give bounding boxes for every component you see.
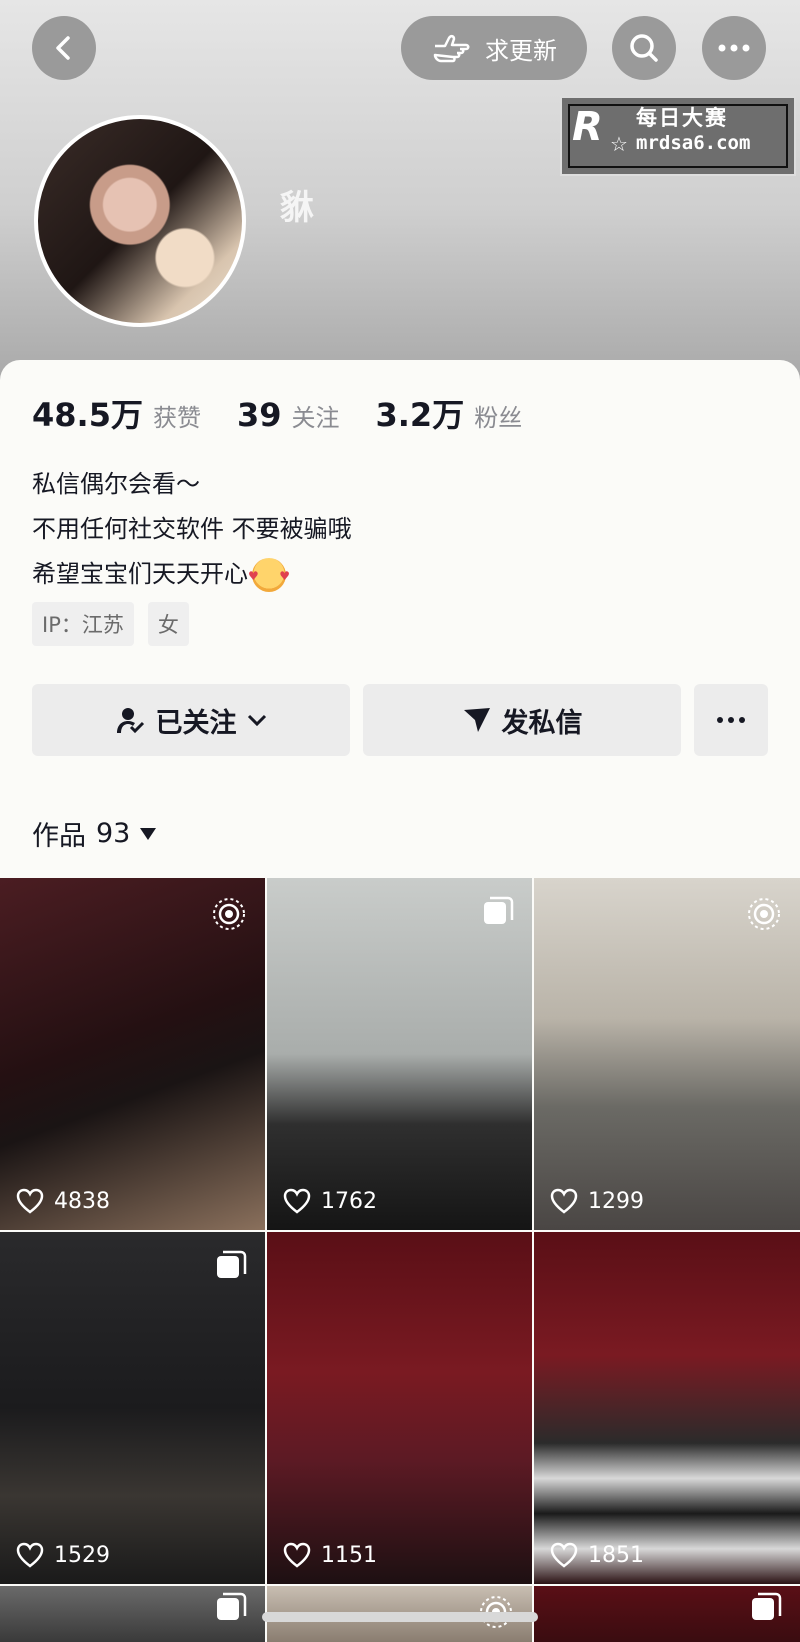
like-number: 1762 [321, 1188, 377, 1214]
works-tab[interactable]: 作品 93 [32, 814, 157, 853]
search-icon [630, 34, 658, 62]
like-number: 1151 [321, 1542, 377, 1568]
heart-icon [16, 1542, 44, 1568]
request-update-label: 求更新 [485, 36, 557, 65]
caret-down-icon [140, 827, 157, 840]
likes-count[interactable]: 48.5万 [32, 390, 143, 436]
like-number: 1299 [588, 1188, 644, 1214]
post-tile[interactable]: 1299 [534, 878, 800, 1230]
bio-line: 希望宝宝们天天开心 [32, 560, 248, 588]
send-icon [463, 708, 490, 732]
live-icon [748, 898, 780, 930]
like-count: 1851 [550, 1542, 644, 1568]
more-dots-icon [718, 44, 750, 52]
watermark-url: mrdsa6.com [636, 132, 751, 154]
request-update-button[interactable]: 求更新 [401, 16, 587, 80]
like-number: 1529 [54, 1542, 110, 1568]
watermark-title: 每日大赛 [636, 106, 728, 130]
heart-icon [550, 1188, 578, 1214]
bio-line-3: 希望宝宝们天天开心 [32, 552, 352, 599]
ip-tag: IP：江苏 [32, 602, 134, 646]
multi-image-icon [217, 1250, 247, 1278]
pointing-hand-icon [433, 34, 470, 63]
home-indicator[interactable] [262, 1612, 538, 1622]
like-number: 4838 [54, 1188, 110, 1214]
followed-button[interactable]: 已关注 [32, 684, 350, 756]
like-count: 1299 [550, 1188, 644, 1214]
gender-tag: 女 [147, 602, 189, 646]
bio: 私信偶尔会看～ 不用任何社交软件 不要被骗哦 希望宝宝们天天开心 [32, 462, 352, 599]
post-tile[interactable]: 1851 [534, 1232, 800, 1584]
post-tile[interactable]: 1529 [0, 1232, 265, 1584]
multi-image-icon [217, 1592, 247, 1620]
post-tile[interactable] [0, 1586, 265, 1642]
post-tile[interactable]: 1151 [267, 1232, 532, 1584]
bio-line: 私信偶尔会看～ [32, 470, 200, 498]
live-icon [213, 898, 245, 930]
like-count: 4838 [16, 1188, 110, 1214]
heart-icon [550, 1542, 578, 1568]
back-button[interactable] [32, 16, 96, 80]
following-count[interactable]: 39 [237, 396, 282, 434]
followers-count[interactable]: 3.2万 [376, 390, 465, 436]
post-tile[interactable]: 4838 [0, 878, 265, 1230]
message-label: 发私信 [501, 707, 583, 739]
like-count: 1529 [16, 1542, 110, 1568]
chevron-left-icon [56, 36, 70, 60]
heart-icon [283, 1542, 311, 1568]
stats-row: 48.5万 获赞 39 关注 3.2万 粉丝 [32, 390, 558, 436]
like-count: 1151 [283, 1542, 377, 1568]
following-label[interactable]: 关注 [292, 398, 340, 433]
like-number: 1851 [588, 1542, 644, 1568]
user-check-icon [116, 708, 144, 734]
followed-label: 已关注 [155, 707, 237, 739]
post-tile[interactable]: 1762 [267, 878, 532, 1230]
works-count: 93 [96, 818, 131, 849]
watermark-logo: R [572, 104, 603, 150]
post-tile[interactable] [534, 1586, 800, 1642]
like-count: 1762 [283, 1188, 377, 1214]
multi-image-icon [752, 1592, 782, 1620]
star-icon: ☆ [610, 132, 628, 156]
multi-image-icon [484, 896, 514, 924]
message-button[interactable]: 发私信 [363, 684, 681, 756]
more-button[interactable] [702, 16, 766, 80]
smiling-face-hearts-icon [248, 554, 290, 599]
more-dots-icon [717, 717, 745, 723]
search-button[interactable] [612, 16, 676, 80]
likes-label[interactable]: 获赞 [153, 398, 201, 433]
watermark: R ☆ 每日大赛 mrdsa6.com [560, 96, 796, 176]
username: 貅 [280, 188, 314, 228]
bio-line: 不用任何社交软件 不要被骗哦 [32, 515, 352, 543]
avatar[interactable] [34, 115, 246, 327]
chevron-down-icon [247, 714, 266, 726]
heart-icon [16, 1188, 44, 1214]
works-label: 作品 [32, 821, 86, 852]
more-actions-button[interactable] [694, 684, 768, 756]
followers-label[interactable]: 粉丝 [474, 398, 522, 433]
heart-icon [283, 1188, 311, 1214]
tags: IP：江苏 女 [32, 602, 189, 646]
